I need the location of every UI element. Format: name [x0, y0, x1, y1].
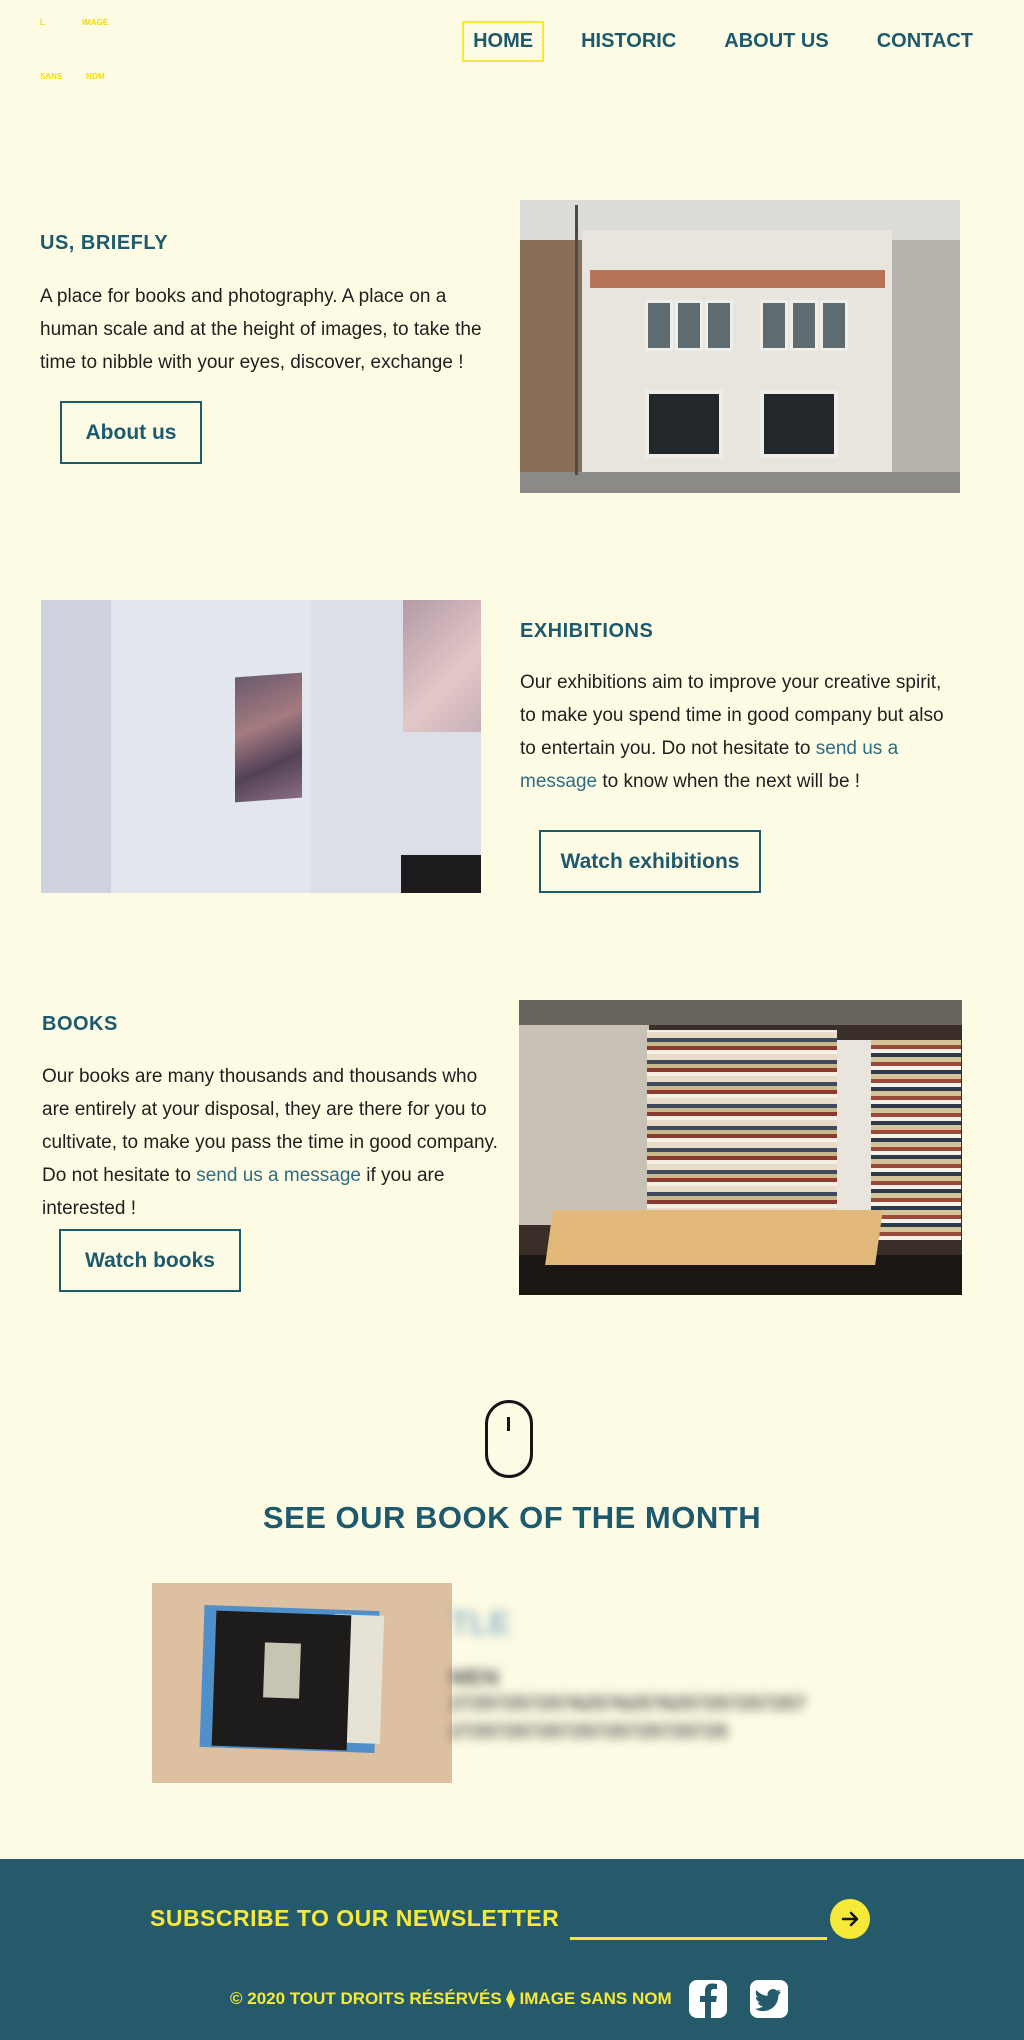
- exhibition-photo: [41, 600, 481, 893]
- arrow-right-icon: [841, 1911, 859, 1927]
- book-author-blurred: MEN: [450, 1665, 499, 1690]
- exhibitions-text-part2: to know when the next will be !: [597, 771, 861, 792]
- watch-books-button[interactable]: Watch books: [59, 1229, 241, 1292]
- book-title-blurred: TLE: [450, 1605, 511, 1641]
- book-desc-line2-blurred: 2725725725725725725725725: [450, 1721, 729, 1743]
- facebook-link[interactable]: [687, 1978, 729, 2020]
- site-footer: SUBSCRIBE TO OUR NEWSLETTER © 2020 TOUT …: [0, 1859, 1024, 2040]
- nav-home[interactable]: HOME: [462, 20, 545, 62]
- facebook-icon: [689, 1980, 727, 2018]
- about-title: US, BRIEFLY: [40, 232, 169, 254]
- site-logo[interactable]: L IMAGE SANS NOM: [40, 16, 120, 86]
- twitter-link[interactable]: [748, 1978, 790, 2020]
- books-message-link[interactable]: send us a message: [196, 1165, 361, 1186]
- nav-contact[interactable]: CONTACT: [866, 21, 984, 62]
- book-of-month-photo[interactable]: [152, 1583, 452, 1783]
- about-text: A place for books and photography. A pla…: [40, 286, 482, 373]
- watch-exhibitions-button[interactable]: Watch exhibitions: [539, 830, 761, 893]
- newsletter-email-input[interactable]: [570, 1899, 827, 1940]
- library-photo: [519, 1000, 962, 1295]
- twitter-icon: [750, 1980, 788, 2018]
- storefront-photo: [520, 200, 960, 493]
- logo-text-1: L: [40, 18, 45, 27]
- books-text: Our books are many thousands and thousan…: [42, 1060, 502, 1225]
- book-desc-line1-blurred: 27257257257625762576257257257257: [450, 1693, 806, 1715]
- logo-text-2: IMAGE: [82, 18, 109, 27]
- nav-historic[interactable]: HISTORIC: [570, 21, 687, 62]
- exhibitions-title: EXHIBITIONS: [520, 620, 654, 642]
- books-title: BOOKS: [42, 1013, 118, 1035]
- newsletter-label: SUBSCRIBE TO OUR NEWSLETTER: [150, 1905, 560, 1931]
- copyright-text: © 2020 TOUT DROITS RÉSÉRVÉS ⧫ IMAGE SANS…: [230, 1989, 672, 2008]
- newsletter-submit-button[interactable]: [830, 1899, 870, 1939]
- nav-about-us[interactable]: ABOUT US: [713, 21, 839, 62]
- exhibitions-text: Our exhibitions aim to improve your crea…: [520, 666, 960, 798]
- about-us-button[interactable]: About us: [60, 401, 202, 464]
- book-of-month-title: SEE OUR BOOK OF THE MONTH: [262, 1500, 762, 1535]
- logo-text-4: NOM: [86, 72, 105, 81]
- scroll-mouse-icon: [485, 1400, 533, 1478]
- logo-text-3: SANS: [40, 72, 63, 81]
- main-nav: HOME HISTORIC ABOUT US CONTACT: [462, 20, 1024, 62]
